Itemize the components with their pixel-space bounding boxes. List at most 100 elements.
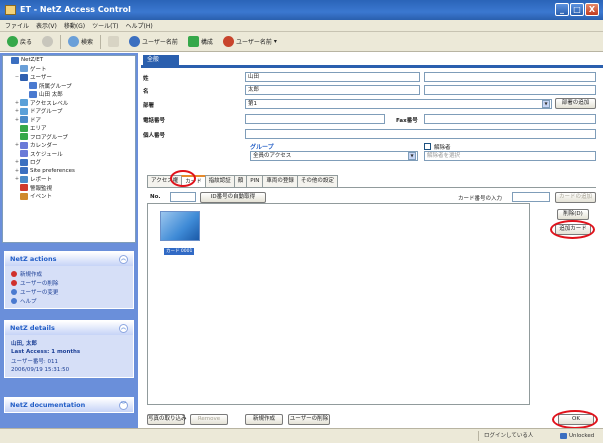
tree-item[interactable]: 山田 太郎 [3,90,135,99]
documentation-panel-title: NetZ documentation [10,401,86,409]
users-button[interactable]: ユーザー名前 [126,35,181,48]
phone-field[interactable] [245,114,385,124]
details-panel-header[interactable]: NetZ details ︽ [5,321,133,335]
tab-pin[interactable]: PIN [246,175,264,187]
card-list-area[interactable] [147,203,530,405]
card-thumbnail-label[interactable]: カード 0001 [164,248,195,255]
tree-item-label: イベント [30,194,53,201]
tree-item-label: ドアグループ [30,109,63,116]
tree-item-label: フロアグループ [30,134,68,141]
chevron-down-icon[interactable]: ▼ [542,100,550,108]
minimize-button[interactable]: _ [555,3,569,16]
department-select[interactable]: 第1 [245,99,552,109]
menu-item-file[interactable]: ファイル [5,21,29,30]
tree-item[interactable]: + ドアグループ [3,107,135,116]
menu-item-view[interactable]: 表示(V) [36,21,57,30]
card-no-field[interactable] [170,192,196,202]
collapse-chevron-icon[interactable]: ︽ [119,323,128,333]
tab-fingerprint[interactable]: 指紋認証 [204,175,235,187]
tree-item-icon [20,192,28,200]
tree-item-label: 警報監視 [30,185,53,192]
close-button[interactable]: X [585,3,599,16]
tree-item[interactable]: スケジュール [3,150,135,159]
actions-panel-header[interactable]: NetZ actions ︽ [5,252,133,266]
tree-item-icon [20,65,28,73]
tree-item-icon [20,167,28,175]
delete-button[interactable]: 削除(D) [557,209,589,220]
tab-general[interactable]: 全般 [143,55,179,65]
fax-field[interactable] [424,114,596,124]
tree-item-label: Site preferences [30,167,75,174]
department-label: 部署 [143,103,155,109]
tree-item[interactable]: 所属グループ [3,82,135,91]
chevron-down-icon[interactable]: ▼ [408,152,416,160]
action-item[interactable]: ユーザーの変更 [11,287,127,296]
content-header-bar [141,65,603,68]
status-lock: Unlocked [560,431,594,441]
card-image[interactable] [160,211,200,241]
details-row: ユーザー番号: 011 [11,358,58,365]
forward-button[interactable] [39,35,56,48]
actions-list: 新規作成 ユーザーの削除 ユーザーの変更 ヘルプ [5,266,133,308]
tree-item[interactable]: ゲート [3,65,135,74]
tree-item-icon [20,141,28,149]
exempt-field[interactable]: 解除者を選択 [424,151,596,161]
tab-vehicle[interactable]: 車両の登録 [262,175,298,187]
documentation-panel-header[interactable]: NetZ documentation ︾ [5,398,133,412]
toolbar: 戻る 検索 ユーザー名前 構成 ユーザー名前 ▾ [0,32,603,52]
exempt-label: 解除者 [434,145,451,151]
tree-item[interactable]: + レポート [3,175,135,184]
tree-item-label: ユーザー [30,75,52,82]
mobile-field[interactable] [245,129,596,139]
tree-item[interactable]: エリア [3,124,135,133]
collapse-chevron-icon[interactable]: ︽ [119,254,128,264]
actions-panel: NetZ actions ︽ 新規作成 ユーザーの削除 ユーザーの変更 ヘルプ [4,251,134,309]
action-item[interactable]: ヘルプ [11,296,127,305]
add-card-button[interactable]: カードの追加 [555,192,596,203]
tree-item[interactable]: + ログ [3,158,135,167]
tab-face[interactable]: 顔 [233,175,248,187]
tree-item[interactable]: + ドア [3,116,135,125]
menu-item-tools[interactable]: ツール(T) [92,21,118,30]
search-button[interactable]: 検索 [65,35,96,48]
actions-panel-title: NetZ actions [10,255,57,263]
tree-item[interactable]: フロアグループ [3,133,135,142]
tree-item[interactable]: NetZ/ET [3,56,135,65]
back-arrow-icon [7,36,18,47]
delete-user-button[interactable]: ユーザーの削除 [288,414,330,425]
details-row: 2006/09/19 15:31:50 [11,366,70,373]
back-button[interactable]: 戻る [4,35,35,48]
card-no-label: No. [150,194,161,200]
expand-chevron-icon[interactable]: ︾ [119,400,128,410]
tree-item[interactable]: イベント [3,192,135,201]
tree-item[interactable]: + カレンダー [3,141,135,150]
tab-other[interactable]: その他の設定 [296,175,338,187]
last-name-reading-field[interactable] [424,72,596,82]
card-number-input[interactable] [512,192,550,202]
group-select[interactable]: 全員のアクセス [250,151,418,161]
card-number-input-label: カード番号の入力 [458,196,503,202]
remove-button[interactable]: Remove [190,414,228,425]
add-department-button[interactable]: 部署の追加 [555,98,596,109]
exempt-checkbox[interactable] [424,143,431,150]
maximize-button[interactable]: □ [570,3,584,16]
tree-item[interactable]: − ユーザー [3,73,135,82]
action-item[interactable]: ユーザーの削除 [11,278,127,287]
tree-item[interactable]: + アクセスレベル [3,99,135,108]
action-item[interactable]: 新規作成 [11,269,127,278]
tree-item[interactable]: + Site preferences [3,167,135,176]
folder-button[interactable] [105,35,122,48]
new-button[interactable]: 新規作成 [245,414,283,425]
read-id-button[interactable]: ID番号の自動取得 [200,192,266,203]
menu-bar: ファイル 表示(V) 移動(G) ツール(T) ヘルプ(H) [0,20,603,32]
last-name-field[interactable]: 山田 [245,72,420,82]
tree-item-label: 所属グループ [39,83,72,90]
menu-item-go[interactable]: 移動(G) [64,21,85,30]
user-list-button[interactable]: ユーザー名前 ▾ [220,35,280,48]
tree-item[interactable]: 警報監視 [3,184,135,193]
menu-item-help[interactable]: ヘルプ(H) [126,21,153,30]
first-name-reading-field[interactable] [424,85,596,95]
members-button[interactable]: 構成 [185,35,216,48]
first-name-field[interactable]: 太郎 [245,85,420,95]
import-photo-button[interactable]: 写真の取り込み [147,414,187,425]
